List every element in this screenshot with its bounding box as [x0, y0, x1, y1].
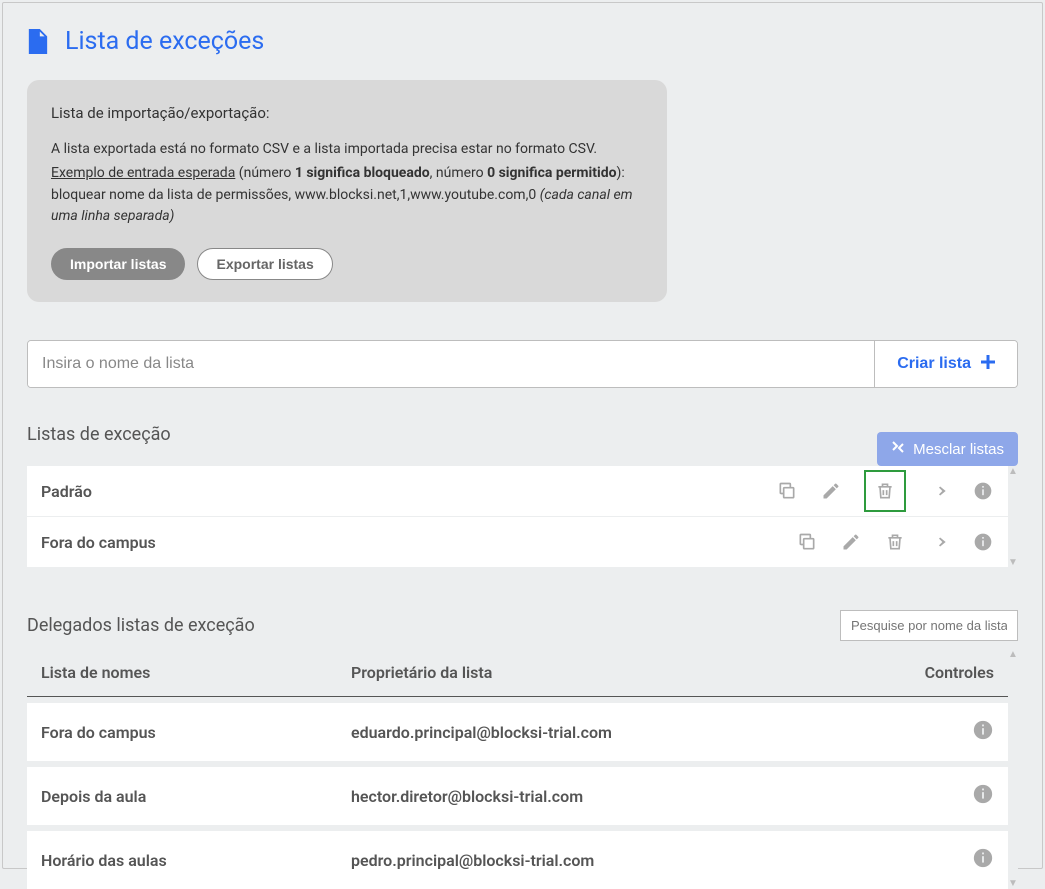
- info-icon[interactable]: [972, 531, 994, 553]
- edit-icon[interactable]: [840, 531, 862, 553]
- edit-icon[interactable]: [820, 480, 842, 502]
- document-icon: [27, 29, 49, 55]
- arrow-right-icon[interactable]: [928, 480, 950, 502]
- delegates-table: ▲ Lista de nomes Proprietário da lista C…: [27, 649, 1018, 889]
- delegate-row: Depois da aulahector.diretor@blocksi-tri…: [27, 767, 1008, 825]
- delegate-owner: eduardo.principal@blocksi-trial.com: [351, 723, 894, 742]
- delete-icon[interactable]: [864, 470, 906, 512]
- page-header: Lista de exceções: [27, 27, 1018, 56]
- delegates-header: Delegados listas de exceção: [27, 610, 1018, 641]
- list-name: Padrão: [41, 482, 776, 501]
- infobox-heading: Lista de importação/exportação:: [51, 102, 643, 125]
- delegate-row: Fora do campuseduardo.principal@blocksi-…: [27, 703, 1008, 761]
- delegate-owner: hector.diretor@blocksi-trial.com: [351, 787, 894, 806]
- arrow-right-icon[interactable]: [928, 531, 950, 553]
- delegate-name: Fora do campus: [41, 723, 351, 742]
- delegate-name: Horário das aulas: [41, 851, 351, 870]
- export-lists-button[interactable]: Exportar listas: [197, 248, 332, 280]
- import-lists-button[interactable]: Importar listas: [51, 248, 185, 280]
- exceptions-list: ▲ Padrão Fora do campus ▼: [27, 466, 1018, 568]
- exceptions-title: Listas de exceção: [27, 424, 171, 445]
- import-export-infobox: Lista de importação/exportação: A lista …: [27, 80, 667, 302]
- infobox-line2: Exemplo de entrada esperada (número 1 si…: [51, 163, 643, 185]
- delegate-name: Depois da aula: [41, 787, 351, 806]
- table-header: Lista de nomes Proprietário da lista Con…: [27, 649, 1008, 697]
- merge-lists-button[interactable]: Mesclar listas: [877, 432, 1018, 466]
- main-panel: Lista de exceções Lista de importação/ex…: [2, 2, 1043, 869]
- copy-icon[interactable]: [796, 531, 818, 553]
- col-controls-header: Controles: [894, 663, 994, 682]
- copy-icon[interactable]: [776, 480, 798, 502]
- exceptions-header: Listas de exceção Mesclar listas: [27, 424, 1018, 458]
- create-list-row: Criar lista: [27, 340, 1018, 388]
- page-title: Lista de exceções: [65, 27, 264, 56]
- delegate-row: Horário das aulaspedro.principal@blocksi…: [27, 831, 1008, 889]
- info-icon[interactable]: [972, 719, 994, 741]
- scroll-up-icon[interactable]: ▲: [1008, 466, 1018, 477]
- col-name-header: Lista de nomes: [41, 663, 351, 682]
- infobox-line1: A lista exportada está no formato CSV e …: [51, 139, 643, 161]
- scroll-up-icon[interactable]: ▲: [1008, 649, 1018, 660]
- scroll-down-icon[interactable]: ▼: [1008, 878, 1018, 889]
- info-icon[interactable]: [972, 480, 994, 502]
- col-owner-header: Proprietário da lista: [351, 663, 894, 682]
- list-name: Fora do campus: [41, 533, 796, 552]
- merge-icon: [891, 440, 905, 458]
- list-name-input[interactable]: [28, 341, 874, 387]
- delete-icon[interactable]: [884, 531, 906, 553]
- info-icon[interactable]: [972, 783, 994, 805]
- infobox-line3: bloquear nome da lista de permissões, ww…: [51, 185, 643, 228]
- create-list-button[interactable]: Criar lista: [874, 341, 1017, 387]
- delegates-search-input[interactable]: [840, 610, 1018, 641]
- info-icon[interactable]: [972, 847, 994, 869]
- exception-list-row: Fora do campus: [27, 517, 1008, 568]
- scroll-down-icon[interactable]: ▼: [1008, 557, 1018, 568]
- plus-icon: [981, 355, 995, 374]
- delegates-title: Delegados listas de exceção: [27, 615, 255, 636]
- delegate-owner: pedro.principal@blocksi-trial.com: [351, 851, 894, 870]
- exception-list-row: Padrão: [27, 466, 1008, 517]
- example-link[interactable]: Exemplo de entrada esperada: [51, 165, 235, 181]
